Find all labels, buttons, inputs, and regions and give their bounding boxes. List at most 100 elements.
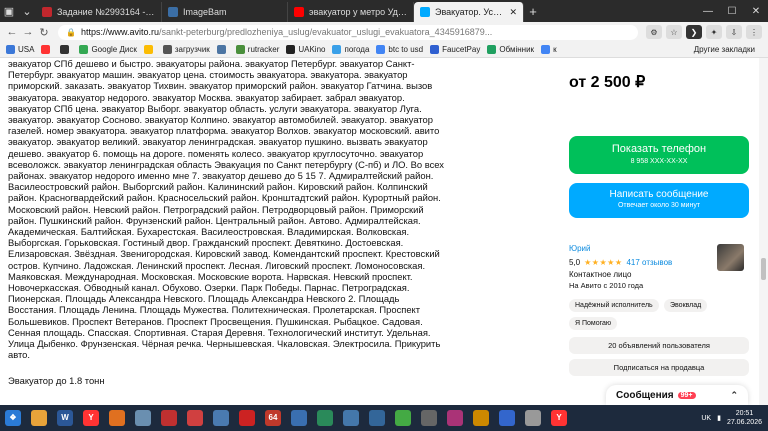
more-icon[interactable]: ⋮ xyxy=(746,25,762,39)
bookmark[interactable]: FaucetPay xyxy=(430,45,480,54)
forward-icon[interactable]: → xyxy=(20,26,36,38)
taskbar-app-icon[interactable] xyxy=(442,405,468,431)
yandex-browser-icon[interactable]: Y xyxy=(546,405,572,431)
taskbar-app-icon[interactable] xyxy=(130,405,156,431)
minimize-icon[interactable]: — xyxy=(696,6,720,17)
write-message-label: Написать сообщение xyxy=(609,189,709,200)
url-path: /sankt-peterburg/predlozheniya_uslug/eva… xyxy=(159,27,493,37)
tab-search-icon[interactable]: ⌄ xyxy=(18,0,36,22)
tab-favicon-icon xyxy=(294,7,304,17)
badge-i-help[interactable]: Я Помогаю xyxy=(569,317,618,330)
show-phone-button[interactable]: Показать телефон 8 958 ХХХ-ХХ-ХХ xyxy=(569,136,749,174)
bookmark[interactable]: к xyxy=(541,45,557,54)
star-icon[interactable]: ☆ xyxy=(666,25,682,39)
price: от 2 500 ₽ xyxy=(569,74,646,91)
taskbar-app-icon[interactable] xyxy=(26,405,52,431)
bookmark[interactable] xyxy=(41,45,53,54)
yandex-browser-icon[interactable]: Y xyxy=(78,405,104,431)
bookmark[interactable] xyxy=(143,45,156,54)
taskbar-app-icon[interactable] xyxy=(234,405,260,431)
puzzle-icon[interactable]: ✦ xyxy=(706,25,722,39)
taskbar-app-icon[interactable] xyxy=(208,405,234,431)
close-window-icon[interactable]: ✕ xyxy=(744,6,768,17)
bookmark-icon xyxy=(487,45,497,54)
taskbar: ❖ W Y 64 Y UK ▮ 20:51 27.06.2026 xyxy=(0,405,768,431)
language-indicator[interactable]: UK xyxy=(701,415,711,422)
tab-close-icon[interactable]: ✕ xyxy=(509,7,517,18)
bookmark[interactable]: Обмінник xyxy=(487,45,534,54)
reviews-link[interactable]: 417 отзывов xyxy=(626,258,672,267)
download-icon[interactable]: ⇩ xyxy=(726,25,742,39)
messages-panel[interactable]: Сообщения 99+ ⌃ xyxy=(606,385,748,405)
scrollbar-track[interactable] xyxy=(759,58,768,405)
bookmark[interactable] xyxy=(60,45,72,54)
taskbar-app-icon[interactable] xyxy=(104,405,130,431)
taskbar-app-icon[interactable] xyxy=(312,405,338,431)
bookmark[interactable]: загрузчик xyxy=(162,45,210,54)
new-tab-icon[interactable]: + xyxy=(524,4,542,19)
taskbar-app-icon[interactable] xyxy=(364,405,390,431)
contact-person: Контактное лицо xyxy=(569,270,632,279)
taskbar-app-icon[interactable] xyxy=(156,405,182,431)
extension-dark-icon[interactable]: ❯ xyxy=(686,25,702,39)
start-icon[interactable]: ❖ xyxy=(0,405,26,431)
taskbar-app-icon[interactable] xyxy=(390,405,416,431)
reload-icon[interactable]: ↻ xyxy=(36,26,52,39)
listing-description: эвакуатор СПб дешево и быстро. эвакуатор… xyxy=(8,58,444,361)
tab-menu-icon[interactable]: ▣ xyxy=(0,0,18,22)
taskbar-app-icon[interactable]: W xyxy=(52,405,78,431)
url-host: https://www.avito.ru xyxy=(80,27,159,37)
badge-reliable[interactable]: Надёжный исполнитель xyxy=(569,299,659,312)
user-listings-button[interactable]: 20 объявлений пользователя xyxy=(569,337,749,354)
bookmark[interactable]: UAKino xyxy=(286,45,325,54)
rating-stars-icon: ★★★★★ xyxy=(584,258,623,267)
taskbar-app-icon[interactable]: 64 xyxy=(260,405,286,431)
scrollbar-thumb[interactable] xyxy=(761,258,766,280)
taskbar-app-icon[interactable] xyxy=(338,405,364,431)
seller-rating: 5,0 ★★★★★ 417 отзывов xyxy=(569,258,672,267)
tab-2[interactable]: ImageBam xyxy=(162,2,288,22)
bookmark[interactable]: USA xyxy=(6,45,34,54)
write-message-button[interactable]: Написать сообщение Отвечает около 30 мин… xyxy=(569,183,749,218)
taskbar-app-icon[interactable] xyxy=(416,405,442,431)
other-bookmarks[interactable]: Другие закладки xyxy=(694,45,755,54)
vk-icon xyxy=(216,45,226,54)
tab-4-active[interactable]: Эвакуатор. Услуги эвак ✕ xyxy=(414,2,524,22)
listing-description-tail: Эвакуатор до 1.8 тонн xyxy=(8,375,105,386)
taskbar-app-icon[interactable] xyxy=(286,405,312,431)
maximize-icon[interactable]: ☐ xyxy=(720,6,744,17)
bookmark[interactable]: погода xyxy=(332,45,369,54)
url-field[interactable]: 🔒 https://www.avito.ru /sankt-peterburg/… xyxy=(58,24,638,40)
subscribe-seller-button[interactable]: Подписаться на продавца xyxy=(569,359,749,376)
clock[interactable]: 20:51 27.06.2026 xyxy=(727,409,762,427)
taskbar-app-icon[interactable] xyxy=(520,405,546,431)
clock-date: 27.06.2026 xyxy=(726,419,762,426)
taskbar-app-icon[interactable] xyxy=(494,405,520,431)
avatar[interactable] xyxy=(717,244,744,271)
bookmark[interactable]: rutracker xyxy=(235,45,279,54)
seller-name[interactable]: Юрий xyxy=(569,244,590,253)
tab-3[interactable]: эвакуатор у метро Удельная xyxy=(288,2,414,22)
taskbar-app-icon[interactable] xyxy=(182,405,208,431)
tab-favicon-icon xyxy=(42,7,52,17)
bookmark-icon xyxy=(430,45,440,54)
tab-favicon-icon xyxy=(420,7,430,17)
tab-1[interactable]: Задание №2993164 - про xyxy=(36,2,162,22)
chevron-up-icon[interactable]: ⌃ xyxy=(730,390,738,401)
phone-mask: 8 958 ХХХ-ХХ-ХХ xyxy=(630,158,688,165)
weather-icon xyxy=(332,45,342,54)
bookmark[interactable]: btc to usd xyxy=(376,45,423,54)
bookmark-icon xyxy=(6,45,15,54)
tab-label: ImageBam xyxy=(183,7,227,17)
back-icon[interactable]: ← xyxy=(4,26,20,38)
badge-evokvlad[interactable]: Эвоквлад xyxy=(664,299,708,312)
system-tray: UK ▮ xyxy=(695,414,721,423)
response-time: Отвечает около 30 минут xyxy=(617,202,701,209)
extension-icon[interactable]: ⚙ xyxy=(646,25,662,39)
bookmark[interactable] xyxy=(216,45,229,54)
network-icon[interactable]: ▮ xyxy=(717,414,721,422)
bookmark[interactable]: Google Диск xyxy=(79,45,137,54)
drive-icon xyxy=(79,45,89,54)
taskbar-app-icon[interactable] xyxy=(468,405,494,431)
google-icon xyxy=(376,45,386,54)
